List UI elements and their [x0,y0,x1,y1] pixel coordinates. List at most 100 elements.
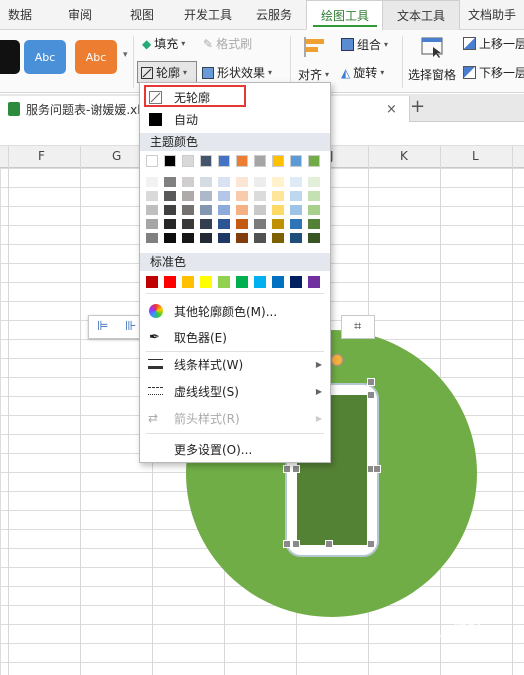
theme-color-swatch[interactable] [200,155,212,167]
theme-color-shade-swatch[interactable] [218,177,230,187]
resize-handle[interactable] [367,391,375,399]
tab-data[interactable]: 数据 [8,0,32,30]
theme-color-shade-swatch[interactable] [254,205,266,215]
menu-item-dash-type[interactable]: 虚线线型(S) ▶ [140,379,330,403]
theme-color-shade-swatch[interactable] [254,219,266,229]
format-painter-button[interactable]: ✎ 格式刷 [203,35,252,52]
theme-color-shade-swatch[interactable] [308,205,320,215]
align-left-icon[interactable]: ⊫ [97,319,108,334]
theme-color-swatch[interactable] [308,155,320,167]
theme-color-shade-swatch[interactable] [182,233,194,243]
menu-item-arrow-style[interactable]: ⇄ 箭头样式(R) ▶ [140,406,330,430]
style-preset-orange[interactable]: Abc [75,40,117,74]
column-header-f[interactable]: F [38,149,45,163]
theme-color-shade-swatch[interactable] [272,177,284,187]
theme-color-shade-swatch[interactable] [218,219,230,229]
resize-handle[interactable] [325,540,333,548]
style-gallery-more-icon[interactable]: ▾ [123,50,128,60]
theme-color-shade-swatch[interactable] [236,233,248,243]
standard-color-swatch[interactable] [164,276,176,288]
standard-color-swatch[interactable] [200,276,212,288]
bring-forward-button[interactable]: 上移一层 [463,35,524,52]
resize-handle[interactable] [283,465,291,473]
rotate-button[interactable]: ◭ 旋转 ▾ [341,64,384,81]
theme-color-shade-swatch[interactable] [308,177,320,187]
theme-color-shade-swatch[interactable] [272,219,284,229]
theme-color-shade-swatch[interactable] [236,191,248,201]
theme-color-shade-swatch[interactable] [308,191,320,201]
theme-color-shade-swatch[interactable] [272,191,284,201]
standard-color-swatch[interactable] [182,276,194,288]
theme-color-shade-swatch[interactable] [254,233,266,243]
standard-color-swatch[interactable] [254,276,266,288]
column-header-l[interactable]: L [472,149,479,163]
theme-color-shade-swatch[interactable] [218,233,230,243]
theme-color-shade-swatch[interactable] [200,191,212,201]
column-header-k[interactable]: K [400,149,408,163]
theme-color-shade-swatch[interactable] [182,219,194,229]
theme-color-swatch[interactable] [146,155,158,167]
theme-color-swatch[interactable] [254,155,266,167]
theme-color-shade-swatch[interactable] [200,219,212,229]
theme-color-shade-swatch[interactable] [254,177,266,187]
tab-cloud-service[interactable]: 云服务 [256,0,292,30]
align-button[interactable]: 对齐 ▾ [298,66,329,83]
theme-color-shade-swatch[interactable] [200,233,212,243]
theme-color-shade-swatch[interactable] [146,177,158,187]
tab-text-tools[interactable]: 文本工具 [382,0,461,30]
resize-handle[interactable] [367,540,375,548]
standard-color-swatch[interactable] [272,276,284,288]
theme-color-shade-swatch[interactable] [164,191,176,201]
theme-color-swatch[interactable] [218,155,230,167]
outline-button[interactable]: 轮廓 ▾ [141,64,187,81]
crop-icon[interactable]: ⌗ [354,319,361,334]
tab-drawing-tools[interactable]: 绘图工具 [306,0,385,30]
theme-color-shade-swatch[interactable] [182,205,194,215]
theme-color-shade-swatch[interactable] [164,177,176,187]
theme-color-shade-swatch[interactable] [182,177,194,187]
theme-color-shade-swatch[interactable] [290,205,302,215]
theme-color-shade-swatch[interactable] [236,205,248,215]
group-button[interactable]: 组合 ▾ [341,36,388,53]
theme-color-swatch[interactable] [164,155,176,167]
standard-color-swatch[interactable] [236,276,248,288]
theme-color-swatch[interactable] [290,155,302,167]
theme-color-shade-swatch[interactable] [290,191,302,201]
tab-document-assistant[interactable]: 文档助手 [468,0,516,30]
theme-color-shade-swatch[interactable] [146,205,158,215]
theme-color-shade-swatch[interactable] [164,233,176,243]
resize-handle[interactable] [292,540,300,548]
theme-color-shade-swatch[interactable] [308,219,320,229]
menu-item-more-settings[interactable]: 更多设置(O)... [140,437,330,461]
resize-handle[interactable] [283,540,291,548]
theme-color-swatch[interactable] [272,155,284,167]
theme-color-shade-swatch[interactable] [164,205,176,215]
shape-effects-button[interactable]: 形状效果 ▾ [202,64,272,81]
standard-color-swatch[interactable] [308,276,320,288]
standard-color-swatch[interactable] [218,276,230,288]
theme-color-shade-swatch[interactable] [272,205,284,215]
style-preset-dark[interactable] [0,40,20,74]
theme-color-shade-swatch[interactable] [164,219,176,229]
align-center-icon[interactable]: ⊪ [125,319,136,334]
style-preset-blue[interactable]: Abc [24,40,66,74]
theme-color-shade-swatch[interactable] [236,177,248,187]
menu-item-eyedropper[interactable]: ✒ 取色器(E) [140,325,330,349]
tab-review[interactable]: 审阅 [68,0,92,30]
new-tab-plus-icon[interactable]: + [410,96,425,117]
resize-handle[interactable] [367,378,375,386]
theme-color-shade-swatch[interactable] [182,191,194,201]
theme-color-shade-swatch[interactable] [236,219,248,229]
tab-view[interactable]: 视图 [130,0,154,30]
resize-handle[interactable] [373,465,381,473]
theme-color-swatch[interactable] [182,155,194,167]
theme-color-shade-swatch[interactable] [308,233,320,243]
close-tab-icon[interactable]: × [386,102,397,117]
theme-color-shade-swatch[interactable] [218,205,230,215]
menu-item-more-outline-colors[interactable]: 其他轮廓颜色(M)... [140,299,330,323]
fill-button[interactable]: ◆ 填充 ▾ [142,35,185,52]
resize-handle[interactable] [292,465,300,473]
rotate-handle-icon[interactable] [331,354,343,366]
theme-color-shade-swatch[interactable] [290,177,302,187]
standard-color-swatch[interactable] [290,276,302,288]
